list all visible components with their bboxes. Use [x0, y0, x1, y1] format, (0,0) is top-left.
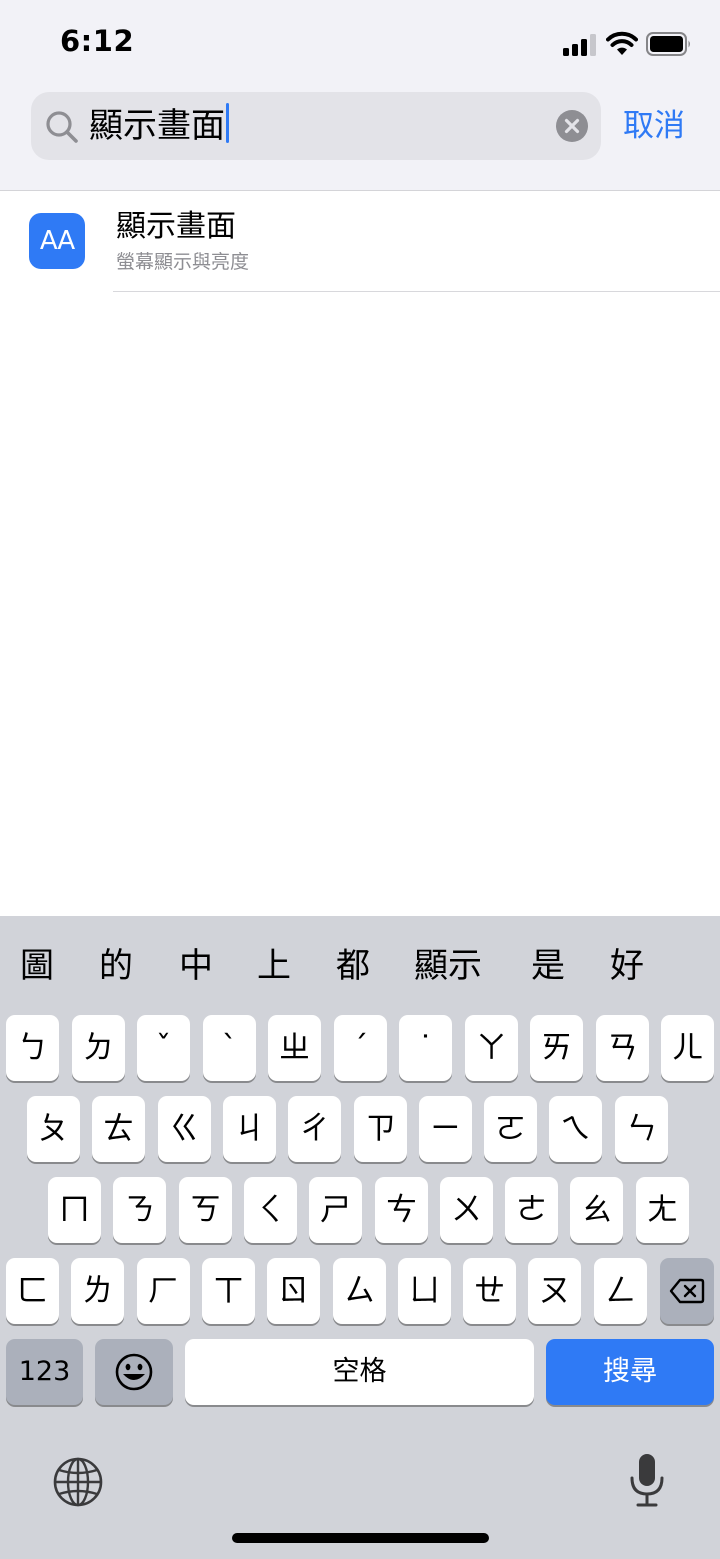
zhuyin-key[interactable]: ㄈ [6, 1258, 59, 1324]
candidate-word[interactable]: 上 [257, 946, 291, 986]
candidate-word[interactable]: 好 [610, 946, 644, 986]
battery-icon [646, 32, 690, 56]
result-subtitle: 螢幕顯示與亮度 [116, 251, 250, 273]
zhuyin-key[interactable]: ㄙ [333, 1258, 386, 1324]
result-title: 顯示畫面 [116, 209, 236, 244]
zhuyin-key[interactable]: ㄅ [6, 1015, 59, 1081]
text-caret [226, 103, 229, 143]
zhuyin-key[interactable]: ㄚ [465, 1015, 518, 1081]
zhuyin-key[interactable]: ㄍ [158, 1096, 211, 1162]
zhuyin-key[interactable]: ㄔ [288, 1096, 341, 1162]
zhuyin-key[interactable]: ㄒ [202, 1258, 255, 1324]
zhuyin-key[interactable]: ㄤ [636, 1177, 689, 1243]
zhuyin-key[interactable]: ㄨ [440, 1177, 493, 1243]
zhuyin-key[interactable]: ㄊ [92, 1096, 145, 1162]
candidate-word[interactable]: 顯示 [414, 946, 482, 986]
zhuyin-key[interactable]: ㄘ [375, 1177, 428, 1243]
backspace-icon [669, 1278, 705, 1304]
search-icon [46, 111, 78, 143]
cellular-signal-icon [563, 34, 599, 56]
status-time: 6:12 [60, 24, 135, 58]
delete-key[interactable] [660, 1258, 714, 1324]
search-result-display[interactable]: AA 顯示畫面 螢幕顯示與亮度 [0, 191, 720, 292]
space-key[interactable]: 空格 [185, 1339, 534, 1405]
candidate-word[interactable]: 都 [336, 946, 370, 986]
emoji-icon [115, 1353, 153, 1391]
zhuyin-key[interactable]: ㄧ [419, 1096, 472, 1162]
search-input[interactable]: 顯示畫面 [31, 92, 601, 160]
zhuyin-key[interactable]: ㄇ [48, 1177, 101, 1243]
search-query-text[interactable]: 顯示畫面 [89, 102, 229, 150]
cancel-button[interactable]: 取消 [623, 106, 685, 146]
zhuyin-key[interactable]: ˙ [399, 1015, 452, 1081]
zhuyin-key[interactable]: ˊ [334, 1015, 387, 1081]
zhuyin-key[interactable]: ㄡ [528, 1258, 581, 1324]
zhuyin-key[interactable]: ㄛ [484, 1096, 537, 1162]
microphone-icon[interactable] [627, 1452, 667, 1508]
zhuyin-key[interactable]: ㄏ [137, 1258, 190, 1324]
zhuyin-key[interactable]: ㄢ [596, 1015, 649, 1081]
zhuyin-key[interactable]: ㄣ [615, 1096, 668, 1162]
zhuyin-key[interactable]: ㄦ [661, 1015, 714, 1081]
zhuyin-key[interactable]: ㄕ [309, 1177, 362, 1243]
candidate-word[interactable]: 中 [179, 946, 213, 986]
zhuyin-key[interactable]: ㄆ [27, 1096, 80, 1162]
zhuyin-key[interactable]: ㄥ [594, 1258, 647, 1324]
zhuyin-key[interactable]: ˇ [137, 1015, 190, 1081]
zhuyin-key[interactable]: ㄑ [244, 1177, 297, 1243]
search-key[interactable]: 搜尋 [546, 1339, 714, 1405]
zhuyin-key[interactable]: ㄋ [113, 1177, 166, 1243]
zhuyin-key[interactable]: ㄓ [268, 1015, 321, 1081]
zhuyin-key[interactable]: ㄜ [505, 1177, 558, 1243]
candidate-word[interactable]: 是 [531, 946, 565, 986]
zhuyin-key[interactable]: ㄠ [570, 1177, 623, 1243]
zhuyin-key[interactable]: ㄞ [530, 1015, 583, 1081]
zhuyin-key[interactable]: ˋ [203, 1015, 256, 1081]
zhuyin-key[interactable]: ㄗ [354, 1096, 407, 1162]
zhuyin-key[interactable]: ㄩ [398, 1258, 451, 1324]
wifi-icon [606, 31, 638, 55]
zhuyin-key[interactable]: ㄟ [549, 1096, 602, 1162]
zhuyin-key[interactable]: ㄝ [463, 1258, 516, 1324]
globe-icon[interactable] [52, 1456, 104, 1508]
zhuyin-keyboard: 圖 的 中 上 都 顯示 是 好 ㄅㄉ ˇ ˋ ㄓ ˊ ˙ ㄚㄞㄢㄦㄆㄊㄍㄐㄔㄗㄧㄛㄟㄣㄇㄋ… [0, 916, 720, 1559]
status-bar: 6:12 [0, 0, 720, 90]
candidate-word[interactable]: 的 [99, 946, 133, 986]
clear-search-button[interactable] [556, 110, 588, 142]
numbers-key[interactable]: 123 [6, 1339, 83, 1405]
clear-icon [564, 118, 580, 134]
zhuyin-key[interactable]: ㄌ [71, 1258, 124, 1324]
candidate-word[interactable]: 圖 [20, 946, 54, 986]
zhuyin-key[interactable]: ㄐ [223, 1096, 276, 1162]
row-divider [113, 291, 720, 292]
zhuyin-key[interactable]: ㄉ [72, 1015, 125, 1081]
display-brightness-icon: AA [29, 213, 85, 269]
home-indicator [232, 1533, 489, 1543]
zhuyin-key[interactable]: ㄖ [267, 1258, 320, 1324]
zhuyin-key[interactable]: ㄎ [179, 1177, 232, 1243]
search-header: 顯示畫面 取消 [0, 90, 720, 191]
emoji-key[interactable] [95, 1339, 173, 1405]
